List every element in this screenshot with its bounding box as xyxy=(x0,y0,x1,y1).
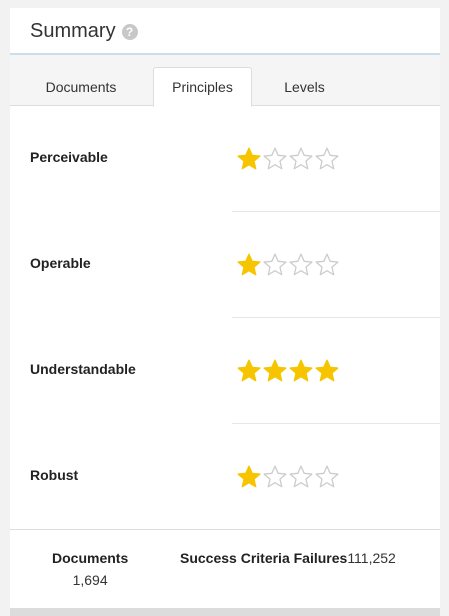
principle-row-perceivable: Perceivable xyxy=(10,106,440,212)
star-rating xyxy=(236,464,340,490)
tab-levels[interactable]: Levels xyxy=(262,67,347,106)
tab-label: Levels xyxy=(284,78,325,95)
tab-label: Documents xyxy=(45,78,117,95)
star-rating xyxy=(236,358,340,384)
star-filled-icon xyxy=(237,359,261,382)
tab-documents[interactable]: Documents xyxy=(26,67,136,106)
star-empty-icon xyxy=(263,147,287,170)
failures-stat: Success Criteria Failures111,252 xyxy=(180,550,396,566)
principle-label: Robust xyxy=(30,467,79,483)
principle-label: Perceivable xyxy=(30,149,108,165)
star-empty-icon xyxy=(263,253,287,276)
star-rating xyxy=(236,252,340,278)
star-filled-icon xyxy=(289,359,313,382)
star-empty-icon xyxy=(289,147,313,170)
star-empty-icon xyxy=(289,253,313,276)
page-title: Summary ? xyxy=(30,20,138,43)
principle-label: Operable xyxy=(30,255,91,271)
help-icon[interactable]: ? xyxy=(121,24,138,40)
panel-header: Summary ? xyxy=(10,8,440,55)
tab-label: Principles xyxy=(172,79,233,95)
principles-list: Perceivable Operable Understandable Robu… xyxy=(10,106,440,530)
principle-row-robust: Robust xyxy=(10,424,440,530)
summary-footer: Documents 1,694 Success Criteria Failure… xyxy=(10,529,440,608)
star-filled-icon xyxy=(315,359,339,382)
failures-value: 111,252 xyxy=(347,550,396,566)
documents-stat: Documents 1,694 xyxy=(52,550,128,588)
principle-row-understandable: Understandable xyxy=(10,318,440,424)
star-rating xyxy=(236,146,340,172)
star-filled-icon xyxy=(237,465,261,488)
principle-row-operable: Operable xyxy=(10,212,440,318)
star-empty-icon xyxy=(289,465,313,488)
principle-label: Understandable xyxy=(30,361,136,377)
star-empty-icon xyxy=(315,465,339,488)
star-empty-icon xyxy=(315,253,339,276)
failures-label: Success Criteria Failures xyxy=(180,550,348,566)
tab-principles[interactable]: Principles xyxy=(153,67,252,107)
tab-bar: Documents Principles Levels xyxy=(10,55,440,107)
star-filled-icon xyxy=(237,253,261,276)
star-empty-icon xyxy=(263,465,287,488)
documents-value: 1,694 xyxy=(72,572,108,588)
star-filled-icon xyxy=(237,147,261,170)
summary-panel: Summary ? Documents Principles Levels Pe… xyxy=(10,8,440,608)
page-title-text: Summary xyxy=(30,20,116,42)
panel-bottom-border xyxy=(10,608,440,616)
documents-label: Documents xyxy=(52,550,129,566)
star-empty-icon xyxy=(315,147,339,170)
star-filled-icon xyxy=(263,359,287,382)
